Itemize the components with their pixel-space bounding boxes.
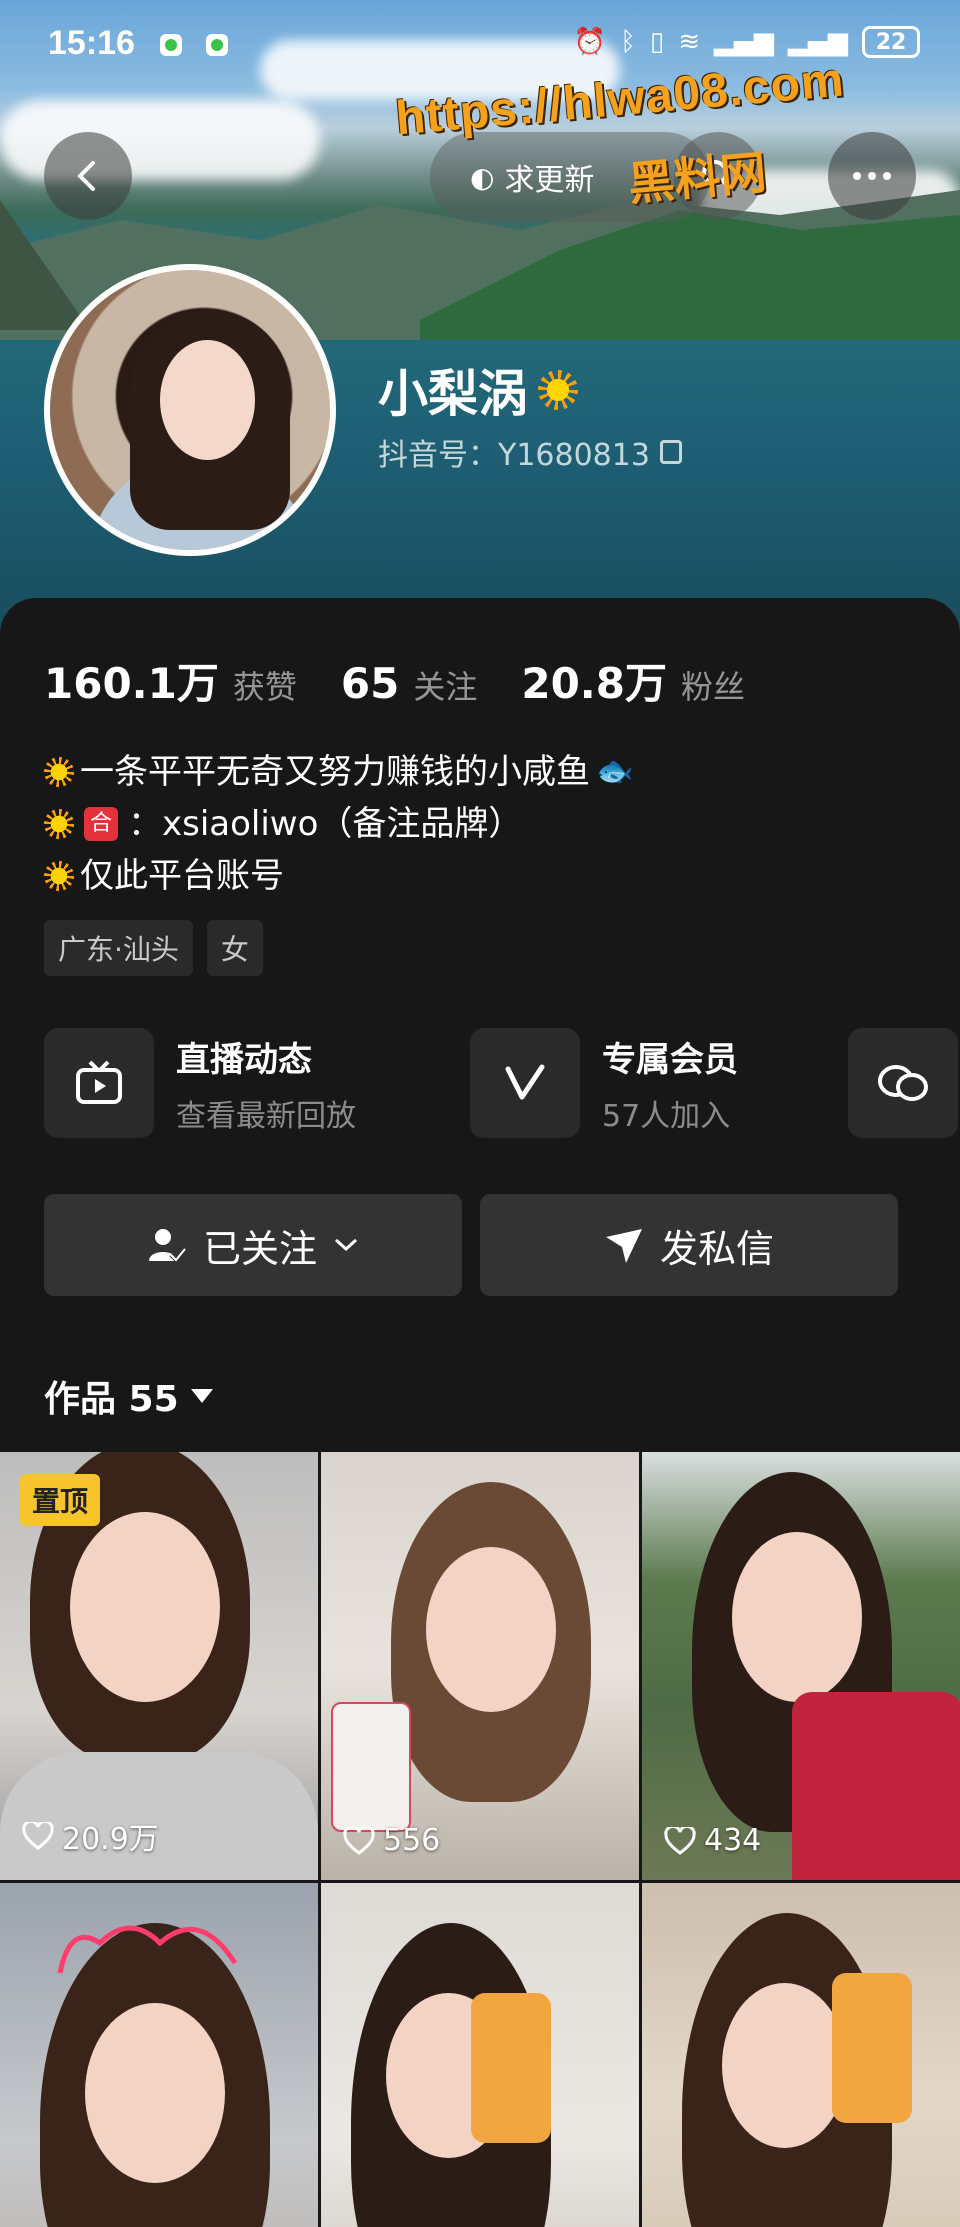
cooperation-badge: 合 (84, 807, 118, 841)
caret-down-icon (190, 1389, 213, 1403)
feature-subtitle: 查看最新回放 (176, 1098, 356, 1134)
work-thumbnail[interactable] (321, 1883, 639, 2227)
status-icons: ⏰ ᛒ ▯ ≋ ▂▄▆ ▂▄▆ 22 (574, 26, 920, 58)
following-label: 关注 (413, 668, 478, 706)
wechat-icon (206, 34, 228, 56)
camera-icon: ◐ (470, 160, 495, 194)
feature-icon-box (848, 1028, 958, 1138)
v-icon (505, 1064, 545, 1100)
like-count: 20.9万 (22, 1814, 159, 1858)
like-count-text: 434 (704, 1823, 762, 1858)
more-button[interactable] (828, 132, 916, 220)
feature-text: 专属会员 57人加入 (602, 1032, 738, 1135)
works-tab[interactable]: 作品 55 (44, 1370, 213, 1422)
following-count[interactable]: 65 (341, 659, 399, 708)
following-button[interactable]: 已关注 (44, 1194, 462, 1296)
chevron-down-icon (334, 1238, 358, 1252)
work-thumbnail[interactable] (0, 1883, 318, 2227)
bluetooth-icon: ᛒ (620, 27, 636, 57)
fish-icon: 🐟 (596, 754, 634, 789)
profile-name: 小梨涡 (378, 354, 578, 426)
bio: 一条平平无奇又努力赚钱的小咸鱼 🐟 合 ：xsiaoliwo（备注品牌） 仅此平… (44, 746, 633, 902)
wifi-icon: ≋ (678, 27, 700, 57)
sun-icon (44, 757, 74, 787)
status-time: 15:16 (48, 24, 135, 62)
heart-icon (22, 1822, 54, 1850)
works-grid: 置顶 20.9万 556 434 (0, 1452, 960, 2227)
group-chat-feature-card[interactable] (848, 1028, 958, 1138)
signal-icon: ▂▄▆ (714, 27, 774, 57)
work-thumbnail[interactable]: 556 (321, 1452, 639, 1880)
like-count: 556 (343, 1823, 440, 1858)
user-check-icon (148, 1229, 187, 1263)
followers-label: 粉丝 (680, 668, 745, 706)
location-tag: 广东·汕头 (44, 920, 193, 976)
send-message-label: 发私信 (659, 1226, 774, 1271)
avatar[interactable] (44, 264, 336, 556)
sun-icon (44, 809, 74, 839)
heart-icon (343, 1826, 375, 1855)
feature-title: 直播动态 (176, 1039, 312, 1080)
following-label: 已关注 (202, 1226, 317, 1271)
bio-line-2: ：xsiaoliwo（备注品牌） (128, 804, 523, 844)
likes-label: 获赞 (232, 668, 297, 706)
bio-line: 合 ：xsiaoliwo（备注品牌） (44, 798, 633, 850)
back-button[interactable] (44, 132, 132, 220)
feature-icon-box (44, 1028, 154, 1138)
feature-subtitle: 57人加入 (602, 1098, 731, 1134)
live-feature-card[interactable]: 直播动态 查看最新回放 (44, 1028, 356, 1138)
doodle-decoration (57, 1925, 238, 1974)
bio-line: 仅此平台账号 (44, 850, 633, 902)
chevron-left-icon (77, 161, 95, 191)
send-message-button[interactable]: 发私信 (480, 1194, 898, 1296)
profile-stats: 160.1万 获赞 65 关注 20.8万 粉丝 (44, 650, 775, 711)
works-title: 作品 55 (44, 1379, 179, 1420)
like-count: 434 (664, 1823, 761, 1858)
bio-line-3: 仅此平台账号 (80, 856, 284, 896)
tv-icon (76, 1060, 122, 1104)
send-icon (605, 1229, 642, 1263)
feature-text: 直播动态 查看最新回放 (176, 1032, 356, 1135)
more-dots-icon (853, 172, 891, 180)
profile-name-text: 小梨涡 (378, 365, 528, 423)
pinned-badge: 置顶 (20, 1474, 101, 1526)
followers-count[interactable]: 20.8万 (521, 650, 667, 711)
like-count-text: 20.9万 (62, 1822, 159, 1857)
profile-banner: 15:16 ⏰ ᛒ ▯ ≋ ▂▄▆ ▂▄▆ 22 ◐ 求更新 https://h… (0, 0, 960, 640)
profile-tags: 广东·汕头 女 (44, 920, 263, 976)
chat-icon (878, 1065, 928, 1101)
request-update-label: 求更新 (504, 163, 595, 198)
copy-icon[interactable] (659, 440, 682, 464)
bio-line: 一条平平无奇又努力赚钱的小咸鱼 🐟 (44, 746, 633, 798)
gender-tag: 女 (206, 920, 263, 976)
feature-icon-box (470, 1028, 580, 1138)
like-count-text: 556 (383, 1823, 441, 1858)
feature-title: 专属会员 (602, 1039, 738, 1080)
watermark-site: 黑料网 (626, 145, 769, 211)
likes-count[interactable]: 160.1万 (44, 650, 219, 711)
douyin-id[interactable]: 抖音号：Y1680813 (378, 430, 682, 474)
member-feature-card[interactable]: 专属会员 57人加入 (470, 1028, 738, 1138)
alarm-icon: ⏰ (573, 27, 607, 57)
work-thumbnail[interactable]: 置顶 20.9万 (0, 1452, 318, 1880)
wechat-icon (160, 34, 182, 56)
heart-icon (664, 1826, 696, 1855)
work-thumbnail[interactable] (642, 1883, 960, 2227)
battery-icon: 22 (862, 26, 920, 58)
work-thumbnail[interactable]: 434 (642, 1452, 960, 1880)
douyin-id-text: 抖音号：Y1680813 (378, 438, 650, 473)
vibrate-icon: ▯ (649, 27, 665, 57)
bio-line-1: 一条平平无奇又努力赚钱的小咸鱼 (80, 752, 590, 792)
sun-icon (44, 861, 74, 891)
sun-icon (538, 370, 578, 410)
